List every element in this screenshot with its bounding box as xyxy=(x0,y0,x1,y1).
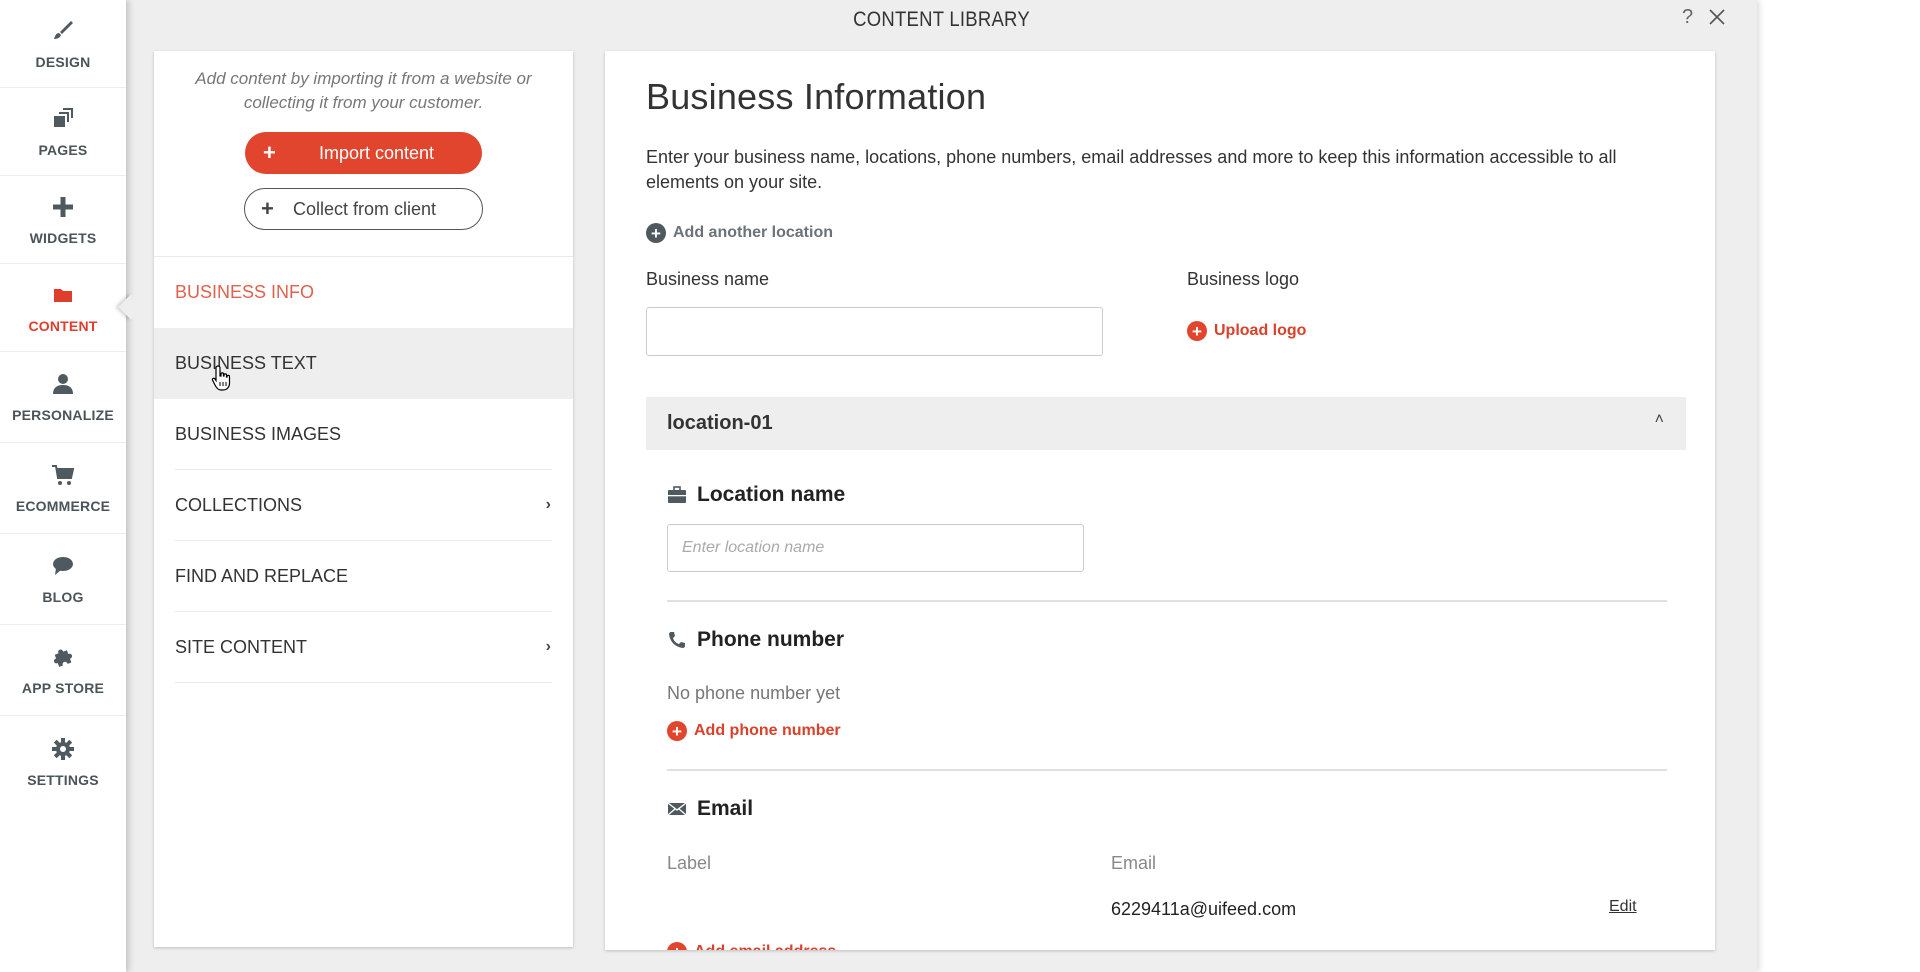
import-content-button[interactable]: + Import content xyxy=(245,132,482,174)
upload-logo-link[interactable]: + Upload logo xyxy=(1187,321,1306,341)
speech-bubble-icon xyxy=(50,553,76,579)
sidebar-item-content[interactable]: CONTENT xyxy=(0,264,138,352)
phone-number-heading: Phone number xyxy=(667,628,844,652)
person-icon xyxy=(50,371,76,397)
upload-logo-label: Upload logo xyxy=(1214,322,1307,339)
chevron-right-icon: › xyxy=(545,638,551,655)
plus-circle-icon: + xyxy=(667,942,687,950)
plus-circle-icon: + xyxy=(667,721,687,741)
edit-email-link[interactable]: Edit xyxy=(1609,898,1637,916)
email-title: Email xyxy=(697,797,754,820)
puzzle-icon xyxy=(50,644,76,670)
nav-item-business-images[interactable]: BUSINESS IMAGES xyxy=(154,399,573,470)
help-button[interactable]: ? xyxy=(1682,6,1693,29)
sidebar-item-ecommerce[interactable]: ECOMMERCE xyxy=(0,443,126,534)
divider xyxy=(175,682,552,683)
chevron-up-icon: ˄ xyxy=(1654,411,1664,428)
close-button[interactable] xyxy=(1706,6,1728,28)
paintbrush-icon xyxy=(50,18,76,44)
nav-item-find-and-replace[interactable]: FIND AND REPLACE xyxy=(154,541,573,612)
sidebar-item-app-store[interactable]: APP STORE xyxy=(0,625,126,716)
sidebar-item-settings[interactable]: SETTINGS xyxy=(0,716,126,807)
add-another-location-link[interactable]: + Add another location xyxy=(646,223,833,243)
nav-label: COLLECTIONS xyxy=(175,495,303,515)
chevron-right-icon: › xyxy=(545,496,551,513)
divider xyxy=(667,600,1667,602)
nav-item-business-info[interactable]: BUSINESS INFO xyxy=(154,257,573,328)
import-content-label: Import content xyxy=(319,142,435,163)
sidebar-label: DESIGN xyxy=(35,53,91,70)
sidebar-item-blog[interactable]: BLOG xyxy=(0,534,126,625)
nav-label: FIND AND REPLACE xyxy=(175,566,349,586)
sidebar-item-personalize[interactable]: PERSONALIZE xyxy=(0,352,126,443)
email-column-email: Email xyxy=(1111,853,1157,873)
sidebar-label: PAGES xyxy=(38,141,88,158)
sidebar-label: APP STORE xyxy=(21,680,105,696)
pages-icon xyxy=(50,106,76,132)
close-icon xyxy=(1709,9,1725,25)
envelope-icon xyxy=(667,799,687,819)
collect-from-client-label: Collect from client xyxy=(293,198,437,219)
active-pointer xyxy=(125,294,138,320)
nav-item-business-text[interactable]: BUSINESS TEXT xyxy=(154,328,573,399)
cart-icon xyxy=(50,462,76,488)
content-nav: BUSINESS INFO BUSINESS TEXT BUSINESS IMA… xyxy=(154,257,573,683)
sidebar-item-pages[interactable]: PAGES xyxy=(0,88,126,176)
plus-icon: + xyxy=(263,140,276,165)
sidebar-item-widgets[interactable]: WIDGETS xyxy=(0,176,126,264)
phone-icon xyxy=(667,630,687,650)
location-title: location-01 xyxy=(667,412,773,434)
sidebar-label: ECOMMERCE xyxy=(15,498,111,514)
nav-item-collections[interactable]: COLLECTIONS › xyxy=(154,470,573,541)
collect-from-client-button[interactable]: + Collect from client xyxy=(244,188,483,230)
briefcase-icon xyxy=(667,485,687,505)
sidebar-label: WIDGETS xyxy=(29,229,97,246)
gear-icon xyxy=(50,736,76,762)
nav-label: BUSINESS TEXT xyxy=(175,353,317,373)
page-description: Enter your business name, locations, pho… xyxy=(646,147,1617,192)
content-library-modal: CONTENT LIBRARY ? Add content by importi… xyxy=(126,0,1757,972)
sidebar-label: CONTENT xyxy=(28,317,98,334)
business-name-label: Business name xyxy=(646,269,770,289)
location-name-heading: Location name xyxy=(667,483,845,507)
add-email-label: Add email address xyxy=(694,943,836,950)
nav-label: BUSINESS INFO xyxy=(175,282,315,302)
nav-label: BUSINESS IMAGES xyxy=(175,424,342,444)
folder-icon xyxy=(50,282,76,308)
plus-circle-icon: + xyxy=(1187,321,1207,341)
no-phone-text: No phone number yet xyxy=(667,683,841,703)
add-email-link[interactable]: + Add email address xyxy=(667,942,836,950)
location-accordion-header[interactable]: location-01 ˄ xyxy=(646,397,1686,450)
email-column-label: Label xyxy=(667,853,712,873)
location-name-title: Location name xyxy=(697,483,846,506)
sidebar-item-design[interactable]: DESIGN xyxy=(0,0,126,88)
business-info-panel: Business Information Enter your business… xyxy=(605,51,1715,950)
content-nav-panel: Add content by importing it from a websi… xyxy=(154,51,573,947)
divider xyxy=(667,769,1667,771)
plus-icon xyxy=(50,194,76,220)
plus-circle-icon: + xyxy=(646,223,666,243)
sidebar-label: SETTINGS xyxy=(27,771,99,788)
add-phone-number-link[interactable]: + Add phone number xyxy=(667,721,841,741)
email-heading: Email xyxy=(667,797,753,821)
business-name-input[interactable] xyxy=(646,307,1103,356)
intro-text: Add content by importing it from a websi… xyxy=(195,69,532,112)
sidebar-label: PERSONALIZE xyxy=(12,407,114,423)
modal-title: CONTENT LIBRARY xyxy=(853,8,1030,31)
add-phone-label: Add phone number xyxy=(694,722,841,739)
email-value: 6229411a@uifeed.com xyxy=(1111,899,1297,919)
nav-item-site-content[interactable]: SITE CONTENT › xyxy=(154,612,573,683)
app-sidebar: DESIGN PAGES WIDGETS CONTENT PERSONALIZE… xyxy=(0,0,138,972)
nav-label: SITE CONTENT xyxy=(175,637,308,657)
add-location-label: Add another location xyxy=(673,224,833,241)
page-title: Business Information xyxy=(646,76,987,117)
location-name-input[interactable] xyxy=(667,524,1084,572)
sidebar-label: BLOG xyxy=(42,589,84,605)
phone-number-title: Phone number xyxy=(697,628,845,651)
plus-icon: + xyxy=(261,196,274,221)
business-logo-label: Business logo xyxy=(1187,269,1300,289)
